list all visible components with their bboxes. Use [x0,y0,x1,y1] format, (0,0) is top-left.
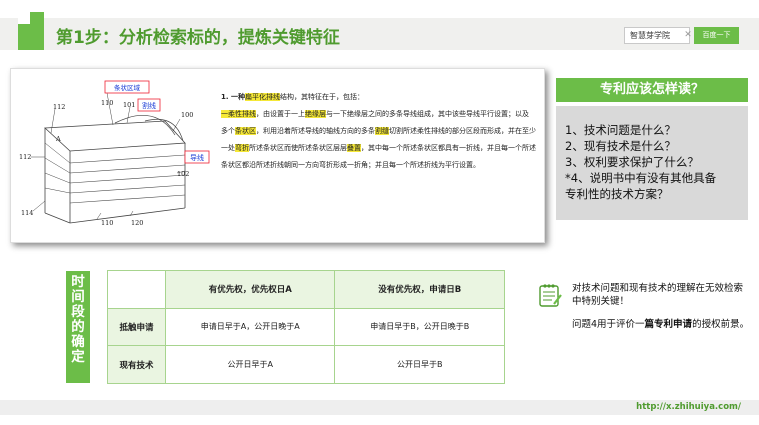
label-strip-area: 条状区域 [114,83,141,92]
page-title: 第1步：分析检索标的，提炼关键特征 [56,28,340,48]
table-header-row: 有优先权，优先权日A 没有优先权，申请日B [107,270,505,309]
note-line-2: 问题4用于评价一篇专利申请的授权前景。 [572,319,750,330]
footer-link[interactable]: http://x.zhihuiya.com/ [636,402,741,412]
label-lead: 导线 [190,153,204,162]
table-cell: 申请日早于B，公开日晚于B [334,307,505,347]
table-header-cell: 没有优先权，申请日B [334,270,505,309]
qa-list: 1、技术问题是什么？ 2、现有技术是什么？ 3、权利要求保护了什么？ *4、说明… [556,106,748,220]
search-button[interactable]: 百度一下 [694,27,739,44]
svg-text:101: 101 [123,101,135,109]
table-row-label: 现有技术 [107,345,166,384]
search-input[interactable]: 智慧芽学院 [624,27,690,44]
clear-icon[interactable]: ✕ [682,27,694,44]
table-cell: 公开日早于B [334,345,505,384]
patent-document-panel: 条状区域 割线 导线 110 101 112 100 112 102 114 1… [10,68,545,243]
note-text: 对技术问题和现有技术的理解在无效检索中特别关键！ 问题4用于评价一篇专利申请的授… [572,282,752,341]
svg-text:114: 114 [21,209,33,217]
svg-text:A: A [55,135,61,143]
table-corner [107,270,166,309]
header-accent-block [18,12,44,50]
svg-text:120: 120 [131,219,143,227]
claim-paragraph-3: 多个条状区，利用沿着所述导线的轴线方向的多条割缝切割所述柔性排线的部分区段而形成… [221,127,536,169]
claim-paragraph-2: 一柔性排线，由设置于一上绝缘层与一下绝缘层之间的多条导线组成，其中该些导线平行设… [221,110,529,118]
table-row: 现有技术 公开日早于A 公开日早于B [107,345,505,384]
qa-item: *4、说明书中有没有其他具备 [565,171,717,185]
claim-text: 1. 一种扁平化排线结构，其特征在于，包括： 一柔性排线，由设置于一上绝缘层与一… [221,89,539,174]
table-header-cell: 有优先权，优先权日A [164,270,336,309]
qa-title: 专利应该怎样读？ [556,78,748,102]
svg-text:100: 100 [181,111,193,119]
label-cut-line: 割线 [142,101,156,110]
table-row: 抵触申请 申请日早于A，公开日晚于A 申请日早于B，公开日晚于B [107,307,505,347]
qa-item: 3、权利要求保护了什么？ [565,155,699,169]
qa-item: 1、技术问题是什么？ [565,123,676,137]
svg-text:112: 112 [53,103,65,111]
table-cell: 公开日早于A [164,345,336,384]
priority-table: 有优先权，优先权日A 没有优先权，申请日B 抵触申请 申请日早于A，公开日晚于A… [107,270,505,384]
time-period-label: 时 间 段 的 确 定 [66,271,90,383]
claim-paragraph-1: 1. 一种扁平化排线结构，其特征在于，包括： [221,93,364,101]
notepad-icon [539,284,562,307]
table-cell: 申请日早于A，公开日晚于A [164,307,336,347]
qa-item: 2、现有技术是什么？ [565,139,676,153]
svg-text:102: 102 [177,170,189,178]
svg-text:110: 110 [101,99,113,107]
svg-text:110: 110 [101,219,113,227]
patent-drawing: 条状区域 割线 导线 110 101 112 100 112 102 114 1… [19,80,210,227]
table-row-label: 抵触申请 [107,307,166,347]
qa-item: 专利性的技术方案？ [565,187,669,201]
note-line-1: 对技术问题和现有技术的理解在无效检索中特别关键！ [572,283,744,307]
svg-text:112: 112 [19,153,31,161]
